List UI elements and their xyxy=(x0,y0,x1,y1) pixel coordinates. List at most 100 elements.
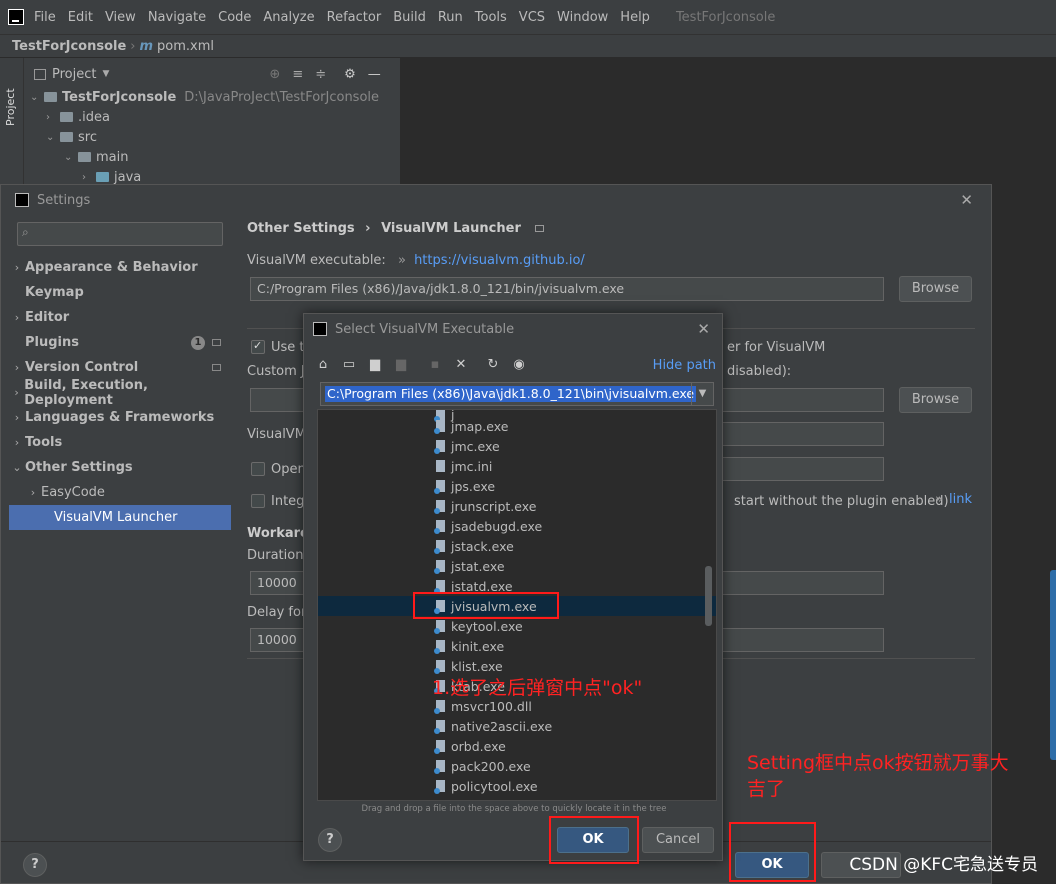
nav-editor[interactable]: › Editor xyxy=(9,305,231,330)
menu-tools[interactable]: Tools xyxy=(475,10,507,25)
nav-visualvm-launcher[interactable]: VisualVM Launcher xyxy=(9,505,231,530)
nav-languages-frameworks[interactable]: › Languages & Frameworks xyxy=(9,405,231,430)
locate-icon[interactable]: ⊕ xyxy=(269,67,280,82)
breadcrumb-file[interactable]: pom.xml xyxy=(157,39,214,54)
folder-icon xyxy=(44,92,57,102)
chooser-cancel-button[interactable]: Cancel xyxy=(642,827,714,853)
file-tree-row[interactable]: orbd.exe xyxy=(318,736,716,756)
chevron-down-icon[interactable]: ▼ xyxy=(691,383,713,405)
menu-build[interactable]: Build xyxy=(393,10,426,25)
chevron-down-icon[interactable]: ⌄ xyxy=(46,132,60,143)
project-tool-window-tab[interactable]: Project xyxy=(4,66,20,126)
file-tree-row[interactable]: jmc.exe xyxy=(318,436,716,456)
file-tree-row[interactable]: jstat.exe xyxy=(318,556,716,576)
file-tree-row[interactable]: jstack.exe xyxy=(318,536,716,556)
chevron-right-icon[interactable]: › xyxy=(46,112,60,123)
nav-other-settings[interactable]: ⌄ Other Settings xyxy=(9,455,231,480)
file-tree-row[interactable]: jmc.ini xyxy=(318,456,716,476)
tree-root[interactable]: ⌄ TestForJconsole D:\JavaProJect\TestFor… xyxy=(30,87,379,107)
nav-appearance-behavior[interactable]: › Appearance & Behavior xyxy=(9,255,231,280)
menu-refactor[interactable]: Refactor xyxy=(327,10,382,25)
file-tree-row[interactable]: kinit.exe xyxy=(318,636,716,656)
chevron-down-icon[interactable]: ⌄ xyxy=(30,92,44,103)
file-tree-row[interactable]: jmap.exe xyxy=(318,416,716,436)
menu-vcs[interactable]: VCS xyxy=(519,10,545,25)
executable-file-icon xyxy=(434,560,445,574)
minimize-icon[interactable]: — xyxy=(368,67,381,82)
file-tree-row[interactable]: keytool.exe xyxy=(318,616,716,636)
dropdown-arrow-icon[interactable]: ▼ xyxy=(102,69,109,79)
tree-root-path: D:\JavaProJect\TestForJconsole xyxy=(184,89,380,105)
text-file-icon xyxy=(436,460,445,472)
dll-file-icon xyxy=(434,700,445,714)
use-checkbox[interactable]: ✓ xyxy=(251,339,265,354)
nav-label: EasyCode xyxy=(41,485,105,500)
menu-file[interactable]: File xyxy=(34,10,56,25)
executable-path-field[interactable]: C:/Program Files (x86)/Java/jdk1.8.0_121… xyxy=(250,277,884,301)
browse-jdk-button[interactable]: Browse xyxy=(899,387,972,413)
new-folder-icon[interactable]: ▪ xyxy=(428,358,442,372)
project-view-icon xyxy=(34,68,46,80)
nav-keymap[interactable]: Keymap xyxy=(9,280,231,305)
file-tree-row[interactable]: policytool.exe xyxy=(318,776,716,796)
tree-item[interactable]: ⌄ src xyxy=(46,127,97,147)
nav-easycode[interactable]: › EasyCode xyxy=(9,480,231,505)
chooser-help-button[interactable]: ? xyxy=(318,828,342,852)
file-tree-scrollbar[interactable] xyxy=(705,566,712,626)
project-folder-icon[interactable]: ▆ xyxy=(368,358,382,372)
delete-icon[interactable]: ✕ xyxy=(454,358,468,372)
menu-edit[interactable]: Edit xyxy=(68,10,93,25)
executable-file-icon xyxy=(434,760,445,774)
open-field[interactable] xyxy=(701,457,884,481)
gear-icon[interactable]: ⚙ xyxy=(344,67,356,82)
menu-view[interactable]: View xyxy=(105,10,136,25)
close-icon[interactable]: ✕ xyxy=(960,191,973,209)
open-checkbox[interactable] xyxy=(251,462,265,476)
home-icon[interactable]: ⌂ xyxy=(316,358,330,372)
refresh-icon[interactable]: ↻ xyxy=(486,358,500,372)
nav-tools[interactable]: › Tools xyxy=(9,430,231,455)
nav-build-execution-deployment[interactable]: › Build, Execution, Deployment xyxy=(9,378,231,408)
file-tree-row[interactable]: jsadebugd.exe xyxy=(318,516,716,536)
hide-path-link[interactable]: Hide path xyxy=(653,358,716,373)
browse-button[interactable]: Browse xyxy=(899,276,972,302)
settings-breadcrumb: Other Settings › VisualVM Launcher xyxy=(247,221,545,236)
tree-item[interactable]: › .idea xyxy=(46,107,110,127)
file-tree-row[interactable]: jrunscript.exe xyxy=(318,496,716,516)
integrate-label-tail: start without the plugin enabled) xyxy=(734,494,949,509)
chevron-right-icon: › xyxy=(14,311,20,324)
desktop-icon[interactable]: ▭ xyxy=(342,358,356,372)
menu-window[interactable]: Window xyxy=(557,10,608,25)
nav-version-control[interactable]: › Version Control xyxy=(9,355,231,380)
chevron-right-icon[interactable]: › xyxy=(82,172,96,183)
settings-help-button[interactable]: ? xyxy=(23,853,47,877)
show-hidden-icon[interactable]: ◉ xyxy=(512,358,526,372)
file-tree-row[interactable]: pack200.exe xyxy=(318,756,716,776)
collapse-all-icon[interactable]: ≑ xyxy=(315,67,326,82)
menu-navigate[interactable]: Navigate xyxy=(148,10,206,25)
chevron-down-icon[interactable]: ⌄ xyxy=(64,152,78,163)
file-name: msvcr100.dll xyxy=(451,698,532,714)
file-name: kinit.exe xyxy=(451,638,505,654)
file-name: orbd.exe xyxy=(451,738,506,754)
menu-run[interactable]: Run xyxy=(438,10,463,25)
path-input[interactable]: C:\Program Files (x86)\Java\jdk1.8.0_121… xyxy=(320,382,714,406)
menu-help[interactable]: Help xyxy=(620,10,650,25)
chooser-titlebar: Select VisualVM Executable ✕ xyxy=(304,314,722,344)
visualvm-link[interactable]: https://visualvm.github.io/ xyxy=(414,253,585,268)
menu-code[interactable]: Code xyxy=(218,10,251,25)
tree-item[interactable]: ⌄ main xyxy=(64,147,128,167)
menu-analyze[interactable]: Analyze xyxy=(263,10,314,25)
expand-all-icon[interactable]: ≡ xyxy=(292,67,303,82)
module-folder-icon[interactable]: ▆ xyxy=(394,358,408,372)
nav-plugins[interactable]: Plugins 1 xyxy=(9,330,231,355)
integrate-checkbox[interactable] xyxy=(251,494,265,508)
integrate-link[interactable]: link xyxy=(949,492,972,507)
breadcrumb-project[interactable]: TestForJconsole xyxy=(12,39,126,54)
close-icon[interactable]: ✕ xyxy=(697,320,710,338)
file-tree-row[interactable]: jps.exe xyxy=(318,476,716,496)
settings-search-input[interactable]: ⌕ xyxy=(17,222,223,246)
visualvm-options-field[interactable] xyxy=(701,422,884,446)
project-panel-title[interactable]: Project xyxy=(52,67,96,82)
file-tree-row[interactable]: native2ascii.exe xyxy=(318,716,716,736)
